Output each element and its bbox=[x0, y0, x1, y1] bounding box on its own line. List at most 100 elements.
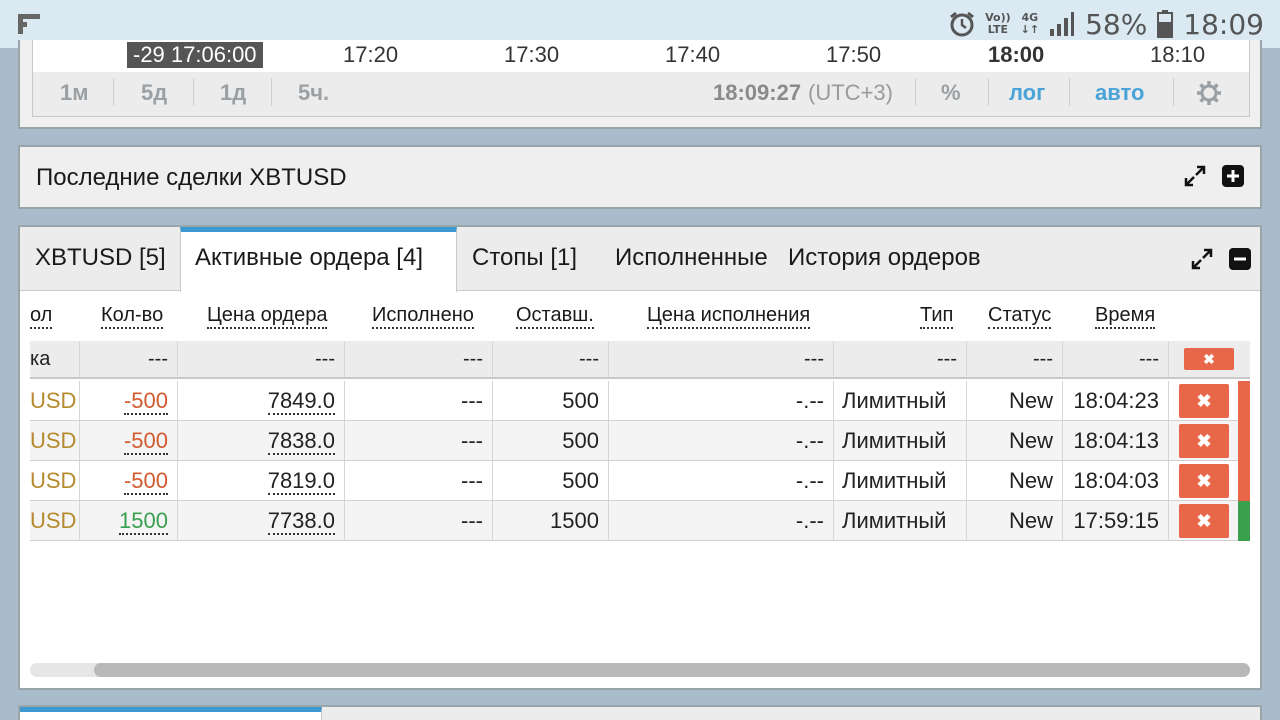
filter-type[interactable]: --- bbox=[834, 341, 967, 377]
network-type-indicator: 4G ↓↑ bbox=[1021, 12, 1039, 36]
order-status: New bbox=[967, 421, 1063, 460]
order-qty-cell: -500 bbox=[80, 421, 178, 460]
order-type: Лимитный bbox=[834, 501, 967, 540]
order-qty[interactable]: 1500 bbox=[119, 508, 168, 535]
order-type: Лимитный bbox=[834, 381, 967, 420]
expand-arrows-icon[interactable] bbox=[1183, 164, 1207, 188]
time-tick: 18:00 bbox=[988, 42, 1045, 67]
divider bbox=[113, 78, 114, 106]
order-filled: --- bbox=[345, 381, 493, 420]
tab-order-history[interactable]: История ордеров bbox=[788, 227, 1048, 291]
recent-trades-title: Последние сделки XBTUSD bbox=[36, 164, 347, 191]
battery-icon bbox=[1157, 10, 1174, 38]
filter-time[interactable]: --- bbox=[1063, 341, 1169, 377]
order-symbol: USD bbox=[30, 381, 80, 420]
filter-exec-price[interactable]: --- bbox=[609, 341, 834, 377]
order-price[interactable]: 7819.0 bbox=[267, 468, 335, 495]
filter-order-price[interactable]: --- bbox=[178, 341, 345, 377]
filter-remaining[interactable]: --- bbox=[493, 341, 609, 377]
order-price-cell: 7738.0 bbox=[178, 501, 345, 540]
order-price[interactable]: 7738.0 bbox=[267, 508, 335, 535]
plus-square-icon[interactable] bbox=[1221, 164, 1245, 188]
sell-side-marker bbox=[1238, 381, 1250, 421]
column-header-qty[interactable]: Кол-во bbox=[101, 303, 164, 329]
sell-side-marker bbox=[1238, 421, 1250, 461]
cancel-order-button[interactable]: ✖ bbox=[1179, 424, 1229, 458]
order-qty[interactable]: -500 bbox=[123, 468, 168, 495]
divider bbox=[1173, 78, 1174, 106]
chart-toolbar: 1м 5д 1д 5ч. 18:09:27 (UTC+3) % лог авто bbox=[33, 72, 1249, 114]
column-header-filled[interactable]: Исполнено bbox=[372, 303, 474, 329]
tab-active-orders[interactable]: Активные ордера [4] bbox=[180, 227, 457, 292]
clock: 18:09 bbox=[1183, 7, 1264, 41]
order-time: 18:04:13 bbox=[1063, 421, 1169, 460]
signal-bars-icon bbox=[1050, 12, 1075, 36]
order-type: Лимитный bbox=[834, 461, 967, 500]
cancel-order-button[interactable]: ✖ bbox=[1179, 504, 1229, 538]
recent-trades-panel: Последние сделки XBTUSD bbox=[18, 145, 1262, 209]
tab-filled[interactable]: Исполненные bbox=[615, 227, 772, 291]
order-price[interactable]: 7838.0 bbox=[267, 428, 335, 455]
lte-label: LTE bbox=[987, 23, 1008, 36]
minus-square-icon[interactable] bbox=[1228, 247, 1252, 271]
column-header-symbol[interactable]: ол bbox=[30, 303, 53, 329]
range-1d-button[interactable]: 1д bbox=[220, 80, 246, 106]
cancel-order-button[interactable]: ✖ bbox=[1179, 464, 1229, 498]
orders-table: ол Кол-во Цена ордера Исполнено Оставш. … bbox=[30, 291, 1250, 651]
column-header-order-price[interactable]: Цена ордера bbox=[207, 303, 328, 329]
gear-icon[interactable] bbox=[1196, 80, 1222, 106]
range-5d-button[interactable]: 5д bbox=[141, 80, 167, 106]
log-toggle[interactable]: лог bbox=[1009, 80, 1045, 106]
order-status: New bbox=[967, 501, 1063, 540]
filter-qty[interactable]: --- bbox=[80, 341, 178, 377]
order-qty-cell: -500 bbox=[80, 461, 178, 500]
order-qty[interactable]: -500 bbox=[123, 428, 168, 455]
battery-percent: 58% bbox=[1085, 7, 1148, 41]
percent-toggle[interactable]: % bbox=[941, 80, 961, 106]
column-header-status[interactable]: Статус bbox=[988, 303, 1052, 329]
order-time: 18:04:03 bbox=[1063, 461, 1169, 500]
order-row[interactable]: USD -500 7838.0 --- 500 -.-- Лимитный Ne… bbox=[30, 421, 1250, 461]
bottom-panel bbox=[18, 705, 1262, 720]
order-filled: --- bbox=[345, 421, 493, 460]
order-row[interactable]: USD -500 7819.0 --- 500 -.-- Лимитный Ne… bbox=[30, 461, 1250, 501]
horizontal-scrollbar-thumb[interactable] bbox=[94, 663, 1250, 677]
order-price[interactable]: 7849.0 bbox=[267, 388, 335, 415]
horizontal-scrollbar[interactable] bbox=[30, 663, 1250, 677]
filter-symbol[interactable]: ка bbox=[30, 341, 80, 377]
bottom-panel-active-tab[interactable] bbox=[20, 707, 322, 720]
time-tick: 18:10 bbox=[1150, 42, 1206, 67]
column-header-exec-price[interactable]: Цена исполнения bbox=[647, 303, 811, 329]
order-row[interactable]: USD -500 7849.0 --- 500 -.-- Лимитный Ne… bbox=[30, 381, 1250, 421]
timezone-label: (UTC+3) bbox=[808, 80, 893, 105]
column-header-remaining[interactable]: Оставш. bbox=[516, 303, 594, 329]
order-symbol: USD bbox=[30, 421, 80, 460]
time-axis: -29 17:06:00 17:20 17:30 17:40 17:50 18:… bbox=[33, 40, 1249, 72]
order-symbol: USD bbox=[30, 461, 80, 500]
order-qty[interactable]: -500 bbox=[123, 388, 168, 415]
auto-toggle[interactable]: авто bbox=[1095, 80, 1144, 106]
order-status: New bbox=[967, 461, 1063, 500]
order-filled: --- bbox=[345, 501, 493, 540]
range-5h-button[interactable]: 5ч. bbox=[298, 80, 329, 106]
cancel-all-button[interactable]: ✖ bbox=[1184, 348, 1234, 370]
divider bbox=[271, 78, 272, 106]
status-icons: Vo)) LTE 4G ↓↑ 58% 18:09 bbox=[949, 6, 1264, 42]
volte-indicator: Vo)) LTE bbox=[985, 12, 1011, 36]
column-header-type[interactable]: Тип bbox=[920, 303, 954, 329]
order-remaining: 1500 bbox=[493, 501, 609, 540]
time-tick: 17:20 bbox=[343, 42, 399, 67]
time-tick: 17:30 bbox=[504, 42, 560, 67]
divider bbox=[193, 78, 194, 106]
column-header-time[interactable]: Время bbox=[1095, 303, 1156, 329]
expand-arrows-icon[interactable] bbox=[1190, 247, 1214, 271]
tab-stops[interactable]: Стопы [1] bbox=[472, 227, 602, 291]
order-symbol: USD bbox=[30, 501, 80, 540]
tab-positions[interactable]: XBTUSD [5] bbox=[35, 227, 185, 291]
sell-side-marker bbox=[1238, 461, 1250, 501]
range-1m-button[interactable]: 1м bbox=[60, 80, 89, 106]
order-row[interactable]: USD 1500 7738.0 --- 1500 -.-- Лимитный N… bbox=[30, 501, 1250, 541]
cancel-order-button[interactable]: ✖ bbox=[1179, 384, 1229, 418]
filter-filled[interactable]: --- bbox=[345, 341, 493, 377]
filter-status[interactable]: --- bbox=[967, 341, 1063, 377]
